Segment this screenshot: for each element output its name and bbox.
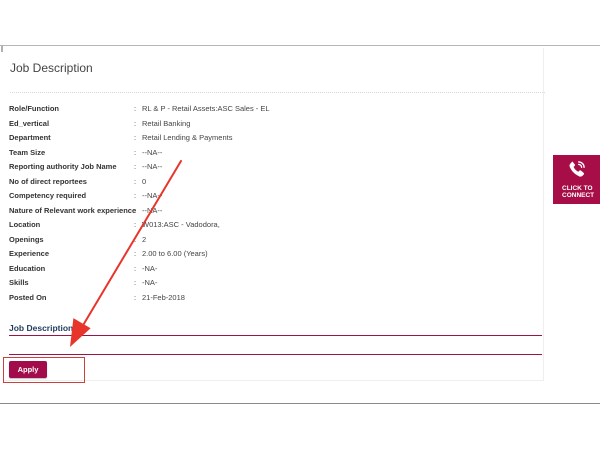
- detail-label: Role/Function: [9, 104, 59, 113]
- title-divider: [10, 92, 545, 93]
- detail-row-openings: Openings : 2: [0, 235, 540, 249]
- detail-separator: :: [134, 147, 137, 157]
- detail-value: -NA-: [142, 263, 158, 273]
- detail-separator: :: [134, 278, 137, 287]
- detail-row-education: Education : -NA-: [0, 264, 540, 278]
- detail-row-skills: Skills : -NA-: [0, 278, 540, 292]
- detail-separator: :: [134, 162, 137, 171]
- detail-separator: :: [134, 292, 137, 302]
- detail-separator: :: [134, 220, 137, 229]
- top-border: [0, 45, 600, 46]
- detail-label: Skills: [9, 278, 29, 287]
- detail-label: Nature of Relevant work experience: [9, 205, 137, 215]
- job-description-section-heading: Job Description: [9, 323, 74, 333]
- detail-separator: :: [134, 104, 137, 113]
- click-to-connect-widget[interactable]: CLICK TO CONNECT: [553, 155, 600, 204]
- detail-value: 2.00 to 6.00 (Years): [142, 249, 208, 258]
- detail-label: Ed_vertical: [9, 118, 50, 128]
- detail-row-competency: Competency required : --NA--: [0, 191, 540, 205]
- detail-value: Retail Banking: [142, 118, 191, 128]
- detail-row-posted-on: Posted On : 21-Feb-2018: [0, 293, 540, 307]
- detail-row-work-experience-nature: Nature of Relevant work experience : --N…: [0, 206, 540, 220]
- detail-separator: :: [134, 249, 137, 258]
- detail-value: Retail Lending & Payments: [142, 133, 233, 142]
- section-divider-bottom: [9, 354, 542, 355]
- detail-row-team-size: Team Size : --NA--: [0, 148, 540, 162]
- apply-button[interactable]: Apply: [9, 361, 47, 378]
- detail-value: --NA--: [142, 147, 163, 157]
- detail-value: RL & P - Retail Assets:ASC Sales - EL: [142, 104, 270, 113]
- detail-row-experience: Experience : 2.00 to 6.00 (Years): [0, 249, 540, 263]
- detail-separator: :: [134, 176, 137, 186]
- detail-row-ed-vertical: Ed_vertical : Retail Banking: [0, 119, 540, 133]
- phone-icon: [569, 161, 585, 177]
- detail-label: Location: [9, 220, 41, 229]
- bottom-border: [0, 403, 600, 404]
- detail-value: 21-Feb-2018: [142, 292, 185, 302]
- detail-value: 2: [142, 234, 147, 244]
- detail-separator: :: [134, 234, 137, 244]
- detail-label: Competency required: [9, 191, 87, 200]
- detail-label: Education: [9, 263, 46, 273]
- connect-label-line1: CLICK TO: [562, 185, 593, 192]
- detail-row-role-function: Role/Function : RL & P - Retail Assets:A…: [0, 104, 540, 118]
- detail-separator: :: [134, 205, 137, 215]
- detail-label: No of direct reportees: [9, 176, 87, 186]
- connect-label-line2: CONNECT: [562, 192, 595, 199]
- detail-value: --NA--: [142, 162, 163, 171]
- page-title: Job Description: [10, 61, 93, 75]
- detail-separator: :: [134, 191, 137, 200]
- detail-label: Reporting authority Job Name: [9, 162, 117, 171]
- detail-value: --NA--: [142, 191, 163, 200]
- detail-row-reporting-authority: Reporting authority Job Name : --NA--: [0, 162, 540, 176]
- detail-separator: :: [134, 263, 137, 273]
- detail-value: --NA--: [142, 205, 163, 215]
- detail-separator: :: [134, 118, 137, 128]
- detail-row-department: Department : Retail Lending & Payments: [0, 133, 540, 147]
- detail-separator: :: [134, 133, 137, 142]
- detail-value: W013:ASC - Vadodora,: [142, 220, 220, 229]
- detail-value: -NA-: [142, 278, 158, 287]
- detail-row-direct-reportees: No of direct reportees : 0: [0, 177, 540, 191]
- detail-label: Posted On: [9, 292, 47, 302]
- detail-label: Department: [9, 133, 51, 142]
- section-divider-top: [9, 335, 542, 336]
- detail-value: 0: [142, 176, 147, 186]
- detail-label: Openings: [9, 234, 44, 244]
- detail-label: Team Size: [9, 147, 46, 157]
- detail-label: Experience: [9, 249, 50, 258]
- detail-row-location: Location : W013:ASC - Vadodora,: [0, 220, 540, 234]
